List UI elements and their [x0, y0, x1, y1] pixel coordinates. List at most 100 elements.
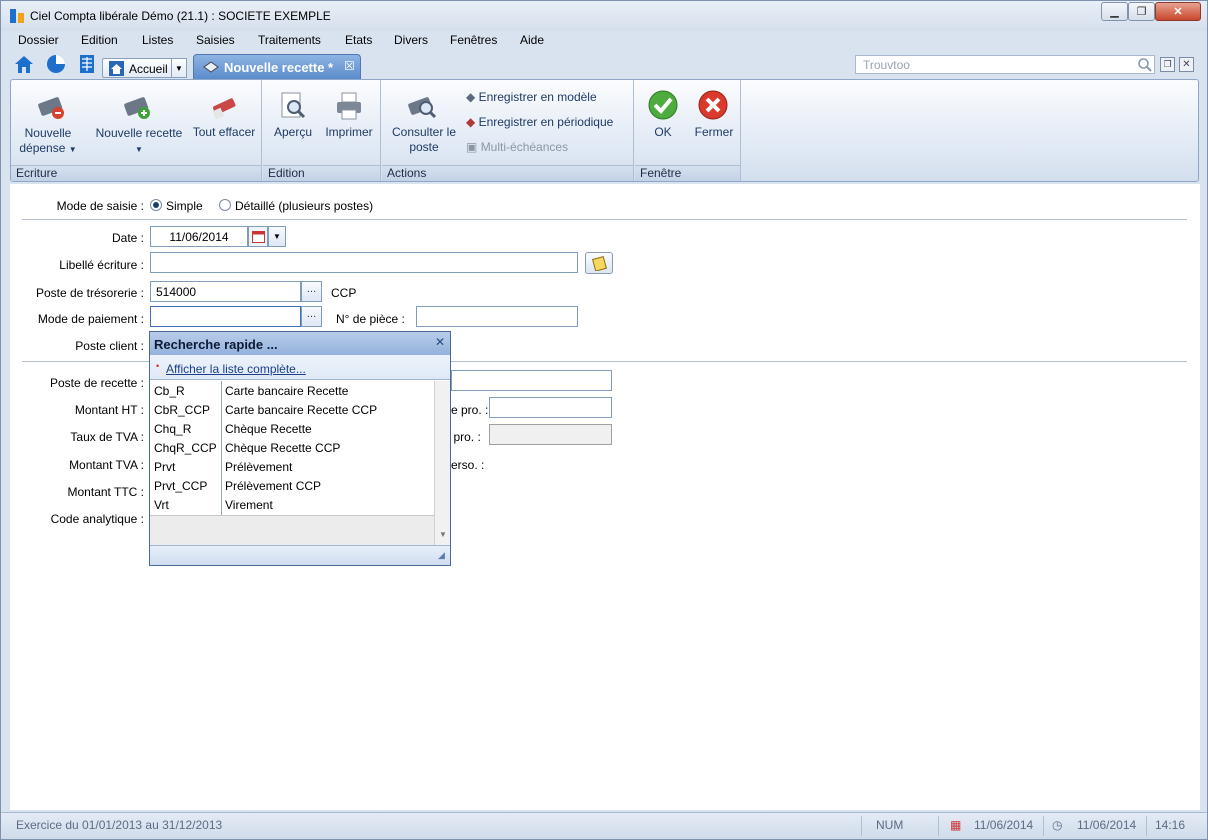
montant-pro-field[interactable]	[489, 397, 612, 418]
list-item[interactable]: Cb_R Carte bancaire Recette	[150, 382, 434, 401]
eraser-icon	[212, 98, 236, 120]
preview-button[interactable]: Aperçu	[269, 125, 317, 140]
piece-field[interactable]	[416, 306, 578, 327]
list-item-code: Vrt	[154, 498, 169, 512]
list-item-code: Cb_R	[154, 384, 185, 398]
list-item-label: Carte bancaire Recette	[225, 384, 349, 398]
tab-close-icon[interactable]: ☒	[344, 59, 355, 73]
mode-saisie-label: Mode de saisie :	[56, 199, 144, 213]
tab-list-dropdown[interactable]: ▼	[171, 58, 187, 78]
new-expense-icon	[38, 97, 64, 119]
radio-detaille-label: Détaillé (plusieurs postes)	[235, 199, 374, 213]
perso-label: erso. :	[451, 458, 485, 472]
code-analytique-label: Code analytique :	[50, 512, 144, 526]
maximize-button[interactable]: ❐	[1128, 2, 1155, 21]
new-receipt-button[interactable]: Nouvelle recette ▼	[91, 126, 187, 157]
chevron-down-icon: ▼	[273, 232, 281, 241]
new-expense-button[interactable]: Nouvelle dépense ▼	[17, 126, 79, 157]
montant-ttc-label: Montant TTC :	[67, 485, 144, 499]
ribbon-group-actions: Consulter le poste ◆ Enregistrer en modè…	[382, 80, 634, 181]
calendar-button[interactable]	[248, 226, 268, 247]
popup-link-row: • Afficher la liste complète...	[150, 355, 450, 380]
spreadsheet-icon[interactable]	[76, 53, 98, 75]
save-model-icon: ◆	[466, 90, 476, 104]
bullet-icon: •	[156, 361, 160, 371]
menu-etats[interactable]: Etats	[345, 33, 372, 47]
montant-ht-label: Montant HT :	[74, 403, 144, 417]
poste-tresorerie-label: Poste de trésorerie :	[35, 286, 144, 300]
popup-list: Cb_R Carte bancaire Recette CbR_CCP Carte …	[150, 381, 434, 515]
popup-close-icon[interactable]: ✕	[435, 335, 445, 349]
pie-chart-icon[interactable]	[45, 53, 67, 75]
poste-tresorerie-browse-button[interactable]: …	[301, 281, 322, 302]
libelle-label: Libellé écriture :	[59, 258, 144, 272]
multi-echeances-icon: ▣	[466, 140, 478, 154]
calendar-icon: ▦	[950, 818, 962, 832]
receipt-icon	[203, 61, 219, 73]
menu-edition[interactable]: Edition	[81, 33, 118, 47]
menu-dossier[interactable]: Dossier	[18, 33, 59, 47]
search-input[interactable]: Trouvtoo	[855, 55, 1155, 74]
poste-tresorerie-field[interactable]: 514000	[150, 281, 301, 302]
minimize-button[interactable]: ▁	[1101, 2, 1128, 21]
radio-detaille[interactable]	[219, 199, 231, 211]
close-window-button[interactable]: ✕	[1155, 2, 1201, 21]
clear-all-button[interactable]: Tout effacer	[189, 125, 259, 140]
libelle-field[interactable]	[150, 252, 578, 273]
minimize-icon: ▁	[1110, 6, 1119, 18]
date-dropdown-button[interactable]: ▼	[268, 226, 286, 247]
menu-saisies[interactable]: Saisies	[196, 33, 235, 47]
status-time: 14:16	[1155, 818, 1186, 832]
close-tab-button[interactable]: ✕	[1179, 57, 1194, 72]
restore-tab-button[interactable]: ❐	[1160, 57, 1175, 72]
multi-echeances-button[interactable]: ▣ Multi-échéances	[466, 140, 568, 154]
menu-traitements[interactable]: Traitements	[258, 33, 321, 47]
new-expense-label: Nouvelle dépense	[19, 126, 72, 155]
tab-nouvelle-recette[interactable]: Nouvelle recette * ☒	[193, 54, 361, 79]
save-periodic-icon: ◆	[466, 115, 476, 129]
save-as-periodic-label: Enregistrer en périodique	[478, 115, 614, 129]
notes-button[interactable]	[585, 252, 613, 274]
home-icon[interactable]	[13, 53, 35, 75]
new-receipt-label: Nouvelle recette	[95, 126, 183, 140]
list-item-label: Prélèvement	[225, 460, 293, 474]
menu-listes[interactable]: Listes	[142, 33, 173, 47]
list-item[interactable]: Prvt Prélèvement	[150, 458, 434, 477]
multi-echeances-label: Multi-échéances	[480, 140, 569, 154]
radio-simple-label: Simple	[166, 199, 203, 213]
list-item[interactable]: Prvt_CCP Prélèvement CCP	[150, 477, 434, 496]
list-item[interactable]: Vrt Virement	[150, 496, 434, 515]
save-as-model-button[interactable]: ◆ Enregistrer en modèle	[466, 90, 597, 104]
dropdown-arrow-icon: ▼	[135, 145, 143, 154]
poste-recette-field[interactable]	[451, 370, 612, 391]
maximize-icon: ❐	[1136, 6, 1147, 18]
mode-paiement-field[interactable]	[150, 306, 301, 327]
list-item[interactable]: ChqR_CCP Chèque Recette CCP	[150, 439, 434, 458]
list-item-label: Prélèvement CCP	[225, 479, 322, 493]
list-item[interactable]: CbR_CCP Carte bancaire Recette CCP	[150, 401, 434, 420]
resize-grip-icon[interactable]: ◢	[438, 550, 445, 561]
menu-divers[interactable]: Divers	[394, 33, 428, 47]
app-window: Ciel Compta libérale Démo (21.1) : SOCIE…	[0, 0, 1208, 840]
scroll-down-icon[interactable]: ▼	[439, 530, 447, 539]
save-as-periodic-button[interactable]: ◆ Enregistrer en périodique	[466, 115, 613, 129]
print-button[interactable]: Imprimer	[321, 125, 377, 140]
radio-simple[interactable]	[150, 199, 162, 211]
list-item[interactable]: Chq_R Chèque Recette	[150, 420, 434, 439]
menu-aide[interactable]: Aide	[520, 33, 544, 47]
status-divider	[1146, 816, 1147, 836]
poste-recette-label: Poste de recette :	[49, 376, 144, 390]
consult-account-button[interactable]: Consulter le poste	[386, 125, 462, 155]
mode-paiement-browse-button[interactable]: …	[301, 306, 322, 327]
close-icon: ✕	[1173, 6, 1183, 18]
date-field[interactable]: 11/06/2014	[150, 226, 248, 247]
ok-button[interactable]: OK	[643, 125, 683, 140]
status-date-1: 11/06/2014	[974, 818, 1034, 832]
dropdown-arrow-icon: ▼	[68, 145, 77, 154]
list-scrollbar[interactable]: ▼	[434, 381, 450, 545]
show-full-list-link[interactable]: Afficher la liste complète...	[166, 362, 306, 376]
close-button[interactable]: Fermer	[689, 125, 739, 140]
menu-fenetres[interactable]: Fenêtres	[450, 33, 497, 47]
search-icon[interactable]	[1137, 57, 1153, 73]
status-num: NUM	[876, 818, 904, 832]
